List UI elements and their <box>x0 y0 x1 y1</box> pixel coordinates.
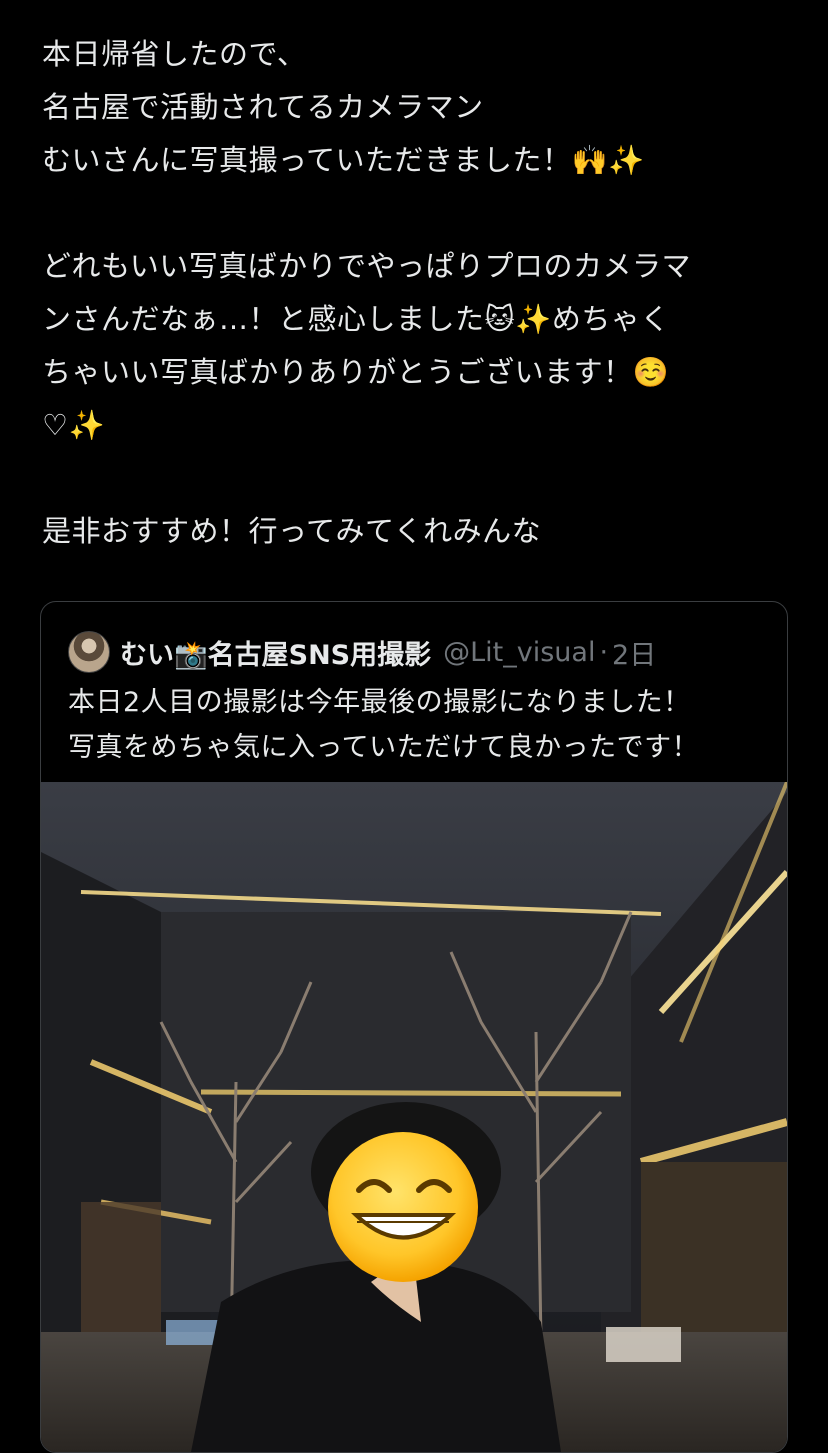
tweet-line: むいさんに写真撮っていただきました！🙌✨ <box>42 143 645 177</box>
tweet-line: ちゃいい写真ばかりありがとうございます！☺️ <box>42 355 670 389</box>
light-bench <box>606 1327 681 1362</box>
tweet-line: どれもいい写真ばかりでやっぱりプロのカメラマ <box>42 249 692 283</box>
quoted-photo[interactable] <box>41 782 787 1452</box>
tweet-line: ♡✨ <box>42 408 106 442</box>
avatar[interactable] <box>68 631 110 673</box>
quoted-timestamp[interactable]: 2日 <box>612 633 656 672</box>
shop-window <box>641 1162 787 1332</box>
person-jacket <box>191 1260 561 1452</box>
quoted-tweet-card[interactable]: むい📸名古屋SNS用撮影 @Lit_visual · 2日 本日2人目の撮影は今… <box>40 601 788 1453</box>
separator-dot: · <box>599 636 609 668</box>
tweet-text: 本日帰省したので、 名古屋で活動されてるカメラマン むいさんに写真撮っていただき… <box>42 28 792 558</box>
tweet-line: 名古屋で活動されてるカメラマン <box>42 90 484 124</box>
tweet-line: 是非おすすめ！行ってみてくれみんな <box>42 514 542 548</box>
quoted-tweet-header: むい📸名古屋SNS用撮影 @Lit_visual · 2日 <box>68 631 656 673</box>
tweet-line: ンさんだなぁ…！と感心しました🐱✨めちゃく <box>42 302 670 336</box>
light-strip <box>200 1089 622 1097</box>
quoted-line: 本日2人目の撮影は今年最後の撮影になりました！ <box>68 687 691 718</box>
shop-window <box>81 1202 161 1342</box>
grinning-face-icon <box>328 1132 478 1282</box>
quoted-tweet-text: 本日2人目の撮影は今年最後の撮影になりました！ 写真をめちゃ気に入っていただけて… <box>68 680 768 770</box>
tweet-line: 本日帰省したので、 <box>42 37 307 71</box>
quoted-line: 写真をめちゃ気に入っていただけて良かったです！ <box>68 732 700 763</box>
quoted-author-name[interactable]: むい📸名古屋SNS用撮影 <box>120 633 431 672</box>
quoted-author-handle[interactable]: @Lit_visual <box>443 637 595 668</box>
